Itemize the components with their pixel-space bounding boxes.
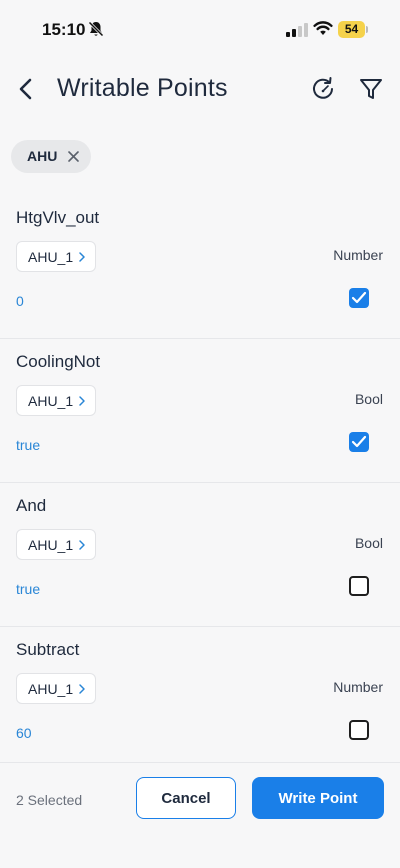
device-button[interactable]: AHU_1 bbox=[16, 529, 96, 560]
device-label: AHU_1 bbox=[28, 393, 74, 409]
point-checkbox[interactable] bbox=[349, 576, 369, 596]
point-value: true bbox=[16, 437, 41, 453]
point-checkbox[interactable] bbox=[349, 288, 369, 308]
filter-chip[interactable]: AHU bbox=[11, 140, 91, 173]
point-type: Number bbox=[333, 247, 383, 263]
point-card-and: And AHU_1 Bool true bbox=[0, 484, 400, 627]
footer-action-bar: 2 Selected Cancel Write Point bbox=[0, 762, 400, 868]
cancel-button[interactable]: Cancel bbox=[136, 777, 236, 819]
point-value: 0 bbox=[16, 293, 24, 309]
point-name: HtgVlv_out bbox=[16, 208, 100, 227]
point-card-htgvlv-out: HtgVlv_out AHU_1 Number 0 bbox=[0, 196, 400, 339]
point-name: CoolingNot bbox=[16, 352, 101, 371]
point-checkbox[interactable] bbox=[349, 432, 369, 452]
status-bar: 15:10 54 bbox=[0, 0, 400, 60]
checkmark-icon bbox=[351, 435, 367, 448]
chevron-left-icon[interactable] bbox=[14, 76, 40, 102]
wifi-icon bbox=[313, 21, 333, 35]
battery-icon: 54 bbox=[338, 21, 368, 38]
close-icon[interactable] bbox=[67, 150, 80, 163]
battery-tip bbox=[366, 26, 368, 33]
device-button[interactable]: AHU_1 bbox=[16, 673, 96, 704]
status-time: 15:10 bbox=[42, 20, 86, 39]
chevron-right-icon bbox=[79, 396, 85, 406]
write-point-button[interactable]: Write Point bbox=[252, 777, 384, 819]
refresh-icon[interactable] bbox=[309, 75, 337, 103]
device-button[interactable]: AHU_1 bbox=[16, 241, 96, 272]
chevron-right-icon bbox=[79, 252, 85, 262]
bell-off-icon bbox=[88, 21, 104, 37]
cellular-signal-icon bbox=[286, 23, 308, 37]
filter-icon[interactable] bbox=[358, 76, 384, 102]
header: Writable Points bbox=[0, 60, 400, 120]
point-name: Subtract bbox=[16, 640, 80, 659]
checkmark-icon bbox=[351, 291, 367, 304]
point-name: And bbox=[16, 496, 47, 515]
chevron-right-icon bbox=[79, 684, 85, 694]
point-card-coolingnot: CoolingNot AHU_1 Bool true bbox=[0, 340, 400, 483]
selected-count: 2 Selected bbox=[16, 792, 83, 808]
device-label: AHU_1 bbox=[28, 537, 74, 553]
point-value: 60 bbox=[16, 725, 32, 741]
filter-chip-label: AHU bbox=[27, 148, 58, 164]
point-card-subtract: Subtract AHU_1 Number 60 bbox=[0, 628, 400, 771]
point-value: true bbox=[16, 581, 41, 597]
point-type: Bool bbox=[354, 391, 383, 407]
chevron-right-icon bbox=[79, 540, 85, 550]
page-title: Writable Points bbox=[57, 74, 228, 102]
device-button[interactable]: AHU_1 bbox=[16, 385, 96, 416]
device-label: AHU_1 bbox=[28, 249, 74, 265]
point-type: Bool bbox=[354, 535, 383, 551]
device-label: AHU_1 bbox=[28, 681, 74, 697]
battery-level: 54 bbox=[338, 21, 365, 38]
point-type: Number bbox=[333, 679, 383, 695]
point-checkbox[interactable] bbox=[349, 720, 369, 740]
